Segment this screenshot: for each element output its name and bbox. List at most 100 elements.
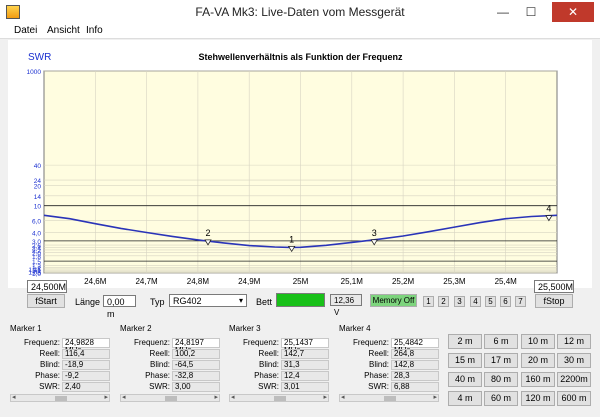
scroll-left-icon[interactable]: ◂ bbox=[12, 393, 16, 401]
y-tick-label: 14 bbox=[34, 194, 42, 201]
marker-panel-3: Marker 3 Frequenz:25,1437 MHzReell:142,7B… bbox=[229, 324, 333, 402]
band-button[interactable]: 6 m bbox=[484, 334, 518, 349]
scroll-right-icon[interactable]: ▸ bbox=[323, 393, 327, 401]
marker-field-value[interactable]: 24,8197 MHz bbox=[172, 338, 220, 355]
marker-field-value: -9,2 bbox=[62, 371, 110, 381]
x-tick-label: 25M bbox=[293, 277, 309, 286]
marker-field-label: Phase: bbox=[364, 371, 389, 380]
scroll-right-icon[interactable]: ▸ bbox=[214, 393, 218, 401]
band-button[interactable]: 12 m bbox=[557, 334, 591, 349]
band-button[interactable]: 10 m bbox=[521, 334, 555, 349]
scrollbar-thumb[interactable] bbox=[165, 396, 177, 401]
memory-slot-6[interactable]: 6 bbox=[500, 296, 511, 307]
marker-field-value[interactable]: 25,1437 MHz bbox=[281, 338, 329, 355]
memory-slot-1[interactable]: 1 bbox=[423, 296, 434, 307]
memory-slot-4[interactable]: 4 bbox=[470, 296, 481, 307]
y-tick-label: 10 bbox=[34, 204, 42, 211]
fstop-button[interactable]: fStop bbox=[535, 294, 573, 308]
marker-field-label: Frequenz: bbox=[242, 338, 279, 347]
band-button[interactable]: 60 m bbox=[484, 391, 518, 406]
band-button[interactable]: 40 m bbox=[448, 372, 482, 387]
marker-field-row: Frequenz:25,4842 MHz bbox=[339, 338, 439, 355]
marker-panel-title: Marker 3 bbox=[229, 324, 261, 333]
fstart-button[interactable]: fStart bbox=[27, 294, 65, 308]
swr-chart-svg: SWR Stehwellenverhältnis als Funktion der… bbox=[27, 52, 558, 286]
minimize-icon[interactable]: — bbox=[490, 2, 516, 22]
marker-field-value[interactable]: 25,4842 MHz bbox=[391, 338, 439, 355]
typ-value: RG402 bbox=[173, 296, 202, 306]
marker-field-label: Frequenz: bbox=[133, 338, 170, 347]
memory-off-button[interactable]: Memory Off bbox=[370, 294, 417, 307]
marker-field-row: Reell: 142,7 bbox=[229, 349, 329, 359]
band-button[interactable]: 2 m bbox=[448, 334, 482, 349]
marker-field-label: Reell: bbox=[39, 349, 60, 358]
marker-panel-title: Marker 2 bbox=[120, 324, 152, 333]
memory-slot-2[interactable]: 2 bbox=[438, 296, 449, 307]
y-tick-label: 3,0 bbox=[32, 239, 41, 246]
band-button[interactable]: 2200m bbox=[557, 372, 591, 387]
marker-field-row: SWR: 2,40 bbox=[10, 382, 110, 392]
marker-field-row: Frequenz:24,9828 MHz bbox=[10, 338, 110, 355]
marker-panel-title: Marker 1 bbox=[10, 324, 42, 333]
band-button[interactable]: 15 m bbox=[448, 353, 482, 368]
memory-slot-7[interactable]: 7 bbox=[515, 296, 526, 307]
band-button[interactable]: 80 m bbox=[484, 372, 518, 387]
x-tick-label: 24,9M bbox=[238, 277, 261, 286]
marker-field-value[interactable]: 24,9828 MHz bbox=[62, 338, 110, 355]
scrollbar-thumb[interactable] bbox=[384, 396, 396, 401]
band-button[interactable]: 20 m bbox=[521, 353, 555, 368]
marker-label: 2 bbox=[205, 228, 210, 238]
scroll-left-icon[interactable]: ◂ bbox=[122, 393, 126, 401]
band-button[interactable]: 120 m bbox=[521, 391, 555, 406]
marker-field-row: SWR: 3,01 bbox=[229, 382, 329, 392]
marker-field-value: 264,8 bbox=[391, 349, 439, 359]
marker-field-label: Blind: bbox=[149, 360, 170, 369]
laenge-label: Länge bbox=[75, 297, 101, 307]
marker-field-row: Blind: -18,9 bbox=[10, 360, 110, 370]
marker-field-value: 3,00 bbox=[172, 382, 220, 392]
marker-scrollbar[interactable]: ◂ ▸ bbox=[339, 394, 439, 402]
bett-label: Bett bbox=[256, 297, 273, 307]
marker-field-label: Blind: bbox=[368, 360, 389, 369]
y-tick-label: 6,0 bbox=[32, 219, 41, 226]
y-tick-label: 40 bbox=[34, 163, 42, 170]
menu-ansicht[interactable]: Ansicht bbox=[47, 25, 80, 36]
maximize-icon[interactable]: ☐ bbox=[518, 2, 544, 22]
marker-panel-2: Marker 2 Frequenz:24,8197 MHzReell:100,2B… bbox=[120, 324, 224, 402]
marker-field-row: Phase: -32,8 bbox=[120, 371, 220, 381]
band-button[interactable]: 600 m bbox=[557, 391, 591, 406]
scroll-right-icon[interactable]: ▸ bbox=[104, 393, 108, 401]
marker-field-label: Blind: bbox=[39, 360, 60, 369]
memory-slot-3[interactable]: 3 bbox=[454, 296, 465, 307]
memory-slot-5[interactable]: 5 bbox=[485, 296, 496, 307]
menu-datei[interactable]: Datei bbox=[14, 25, 37, 36]
voltage-display: 12,36 V bbox=[330, 294, 362, 317]
laenge-input[interactable]: 0,00 m bbox=[103, 295, 136, 319]
marker-field-row: Blind: 31,3 bbox=[229, 360, 329, 370]
band-button[interactable]: 30 m bbox=[557, 353, 591, 368]
scroll-right-icon[interactable]: ▸ bbox=[433, 393, 437, 401]
marker-field-row: Reell: 100,2 bbox=[120, 349, 220, 359]
chevron-down-icon: ▾ bbox=[238, 296, 243, 305]
scroll-left-icon[interactable]: ◂ bbox=[231, 393, 235, 401]
marker-scrollbar[interactable]: ◂ ▸ bbox=[229, 394, 329, 402]
scroll-left-icon[interactable]: ◂ bbox=[341, 393, 345, 401]
band-button[interactable]: 160 m bbox=[521, 372, 555, 387]
x-tick-label: 25,1M bbox=[341, 277, 364, 286]
close-icon[interactable]: ✕ bbox=[552, 2, 594, 22]
marker-field-value: 6,88 bbox=[391, 382, 439, 392]
fstart-value[interactable]: 24,500M bbox=[27, 280, 67, 293]
x-tick-label: 25,2M bbox=[392, 277, 415, 286]
scrollbar-thumb[interactable] bbox=[55, 396, 67, 401]
scrollbar-thumb[interactable] bbox=[274, 396, 286, 401]
band-button[interactable]: 4 m bbox=[448, 391, 482, 406]
marker-scrollbar[interactable]: ◂ ▸ bbox=[120, 394, 220, 402]
band-button[interactable]: 17 m bbox=[484, 353, 518, 368]
marker-field-value: 12,4 bbox=[281, 371, 329, 381]
menu-info[interactable]: Info bbox=[86, 25, 103, 36]
typ-select[interactable]: RG402 ▾ bbox=[169, 294, 247, 307]
fstop-value[interactable]: 25,500M bbox=[534, 280, 574, 293]
chart-title: Stehwellenverhältnis als Funktion der Fr… bbox=[198, 52, 403, 62]
marker-scrollbar[interactable]: ◂ ▸ bbox=[10, 394, 110, 402]
marker-field-row: Phase: 28,3 bbox=[339, 371, 439, 381]
